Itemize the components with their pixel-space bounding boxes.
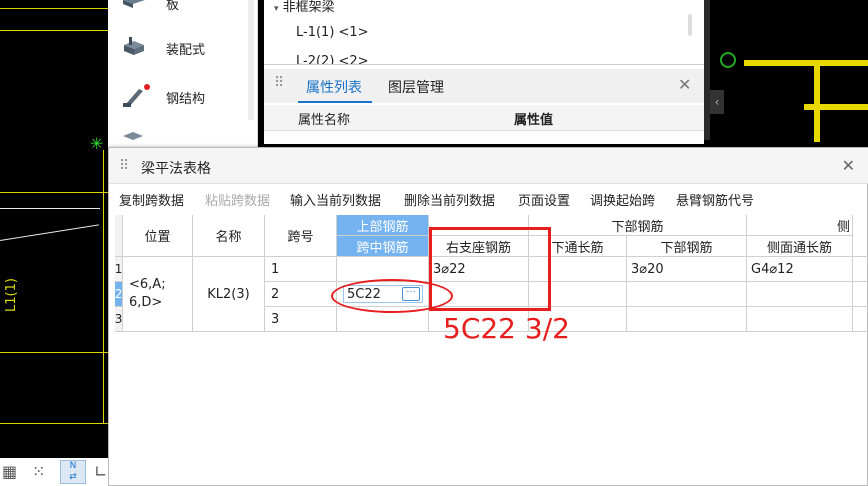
north-arrow-icon[interactable]: N ⇄ [60,460,86,484]
tab-property-list[interactable]: 属性列表 [306,77,362,97]
row-number[interactable]: 1 [115,257,123,282]
category-label: 钢结构 [166,91,206,107]
drag-handle-icon[interactable]: ⠿ [274,75,284,91]
header-name: 名称 [193,215,265,257]
close-icon[interactable]: ✕ [842,156,855,175]
active-tab-indicator [298,101,372,103]
swap-start-span-button[interactable]: 调换起始跨 [590,190,655,209]
header-span: 跨号 [265,215,337,257]
property-tabbar: ⠿ 属性列表 图层管理 ✕ [264,69,704,103]
cantilever-code-button[interactable]: 悬臂钢筋代号 [676,190,754,209]
cad-line [0,224,99,241]
category-prefab[interactable]: 装配式 [120,33,205,63]
category-scrollbar[interactable] [248,0,254,120]
component-category-panel: 板 装配式 钢结构 [108,0,258,150]
dialog-title: 梁平法表格 [141,161,211,177]
header-side-group: 侧 [747,215,853,236]
cell-span[interactable]: 1 [265,257,337,282]
header-bottom-rebar-group: 下部钢筋 [529,215,747,236]
category-label: 装配式 [166,42,206,58]
cell-side-through[interactable] [747,282,853,307]
header-side-extra [853,236,868,257]
cell-side-extra[interactable] [853,282,868,307]
tree-group-non-frame-beam[interactable]: ▾ 非框架梁 [274,0,335,15]
cell-span[interactable]: 2 [265,282,337,307]
cad-line [0,192,108,193]
cell-name[interactable]: KL2(3) [193,257,265,332]
steel-structure-icon [120,84,150,108]
cell-side-through[interactable]: G4⌀12 [747,257,853,282]
copy-span-button[interactable]: 复制跨数据 [119,190,184,209]
cad-column [814,62,820,142]
header-top-rebar: 上部钢筋 [337,215,429,236]
cell-side-through[interactable] [747,307,853,332]
splitter[interactable] [704,0,710,140]
ortho-icon[interactable]: ∟ [94,462,107,481]
property-table-header: 属性名称 属性值 [264,105,704,131]
page-setup-button[interactable]: 页面设置 [518,190,570,209]
snap-marker-icon [720,52,736,68]
cad-line [103,150,104,424]
slab-icon [120,0,148,14]
tab-layer-manager[interactable]: 图层管理 [388,77,444,97]
input-column-button[interactable]: 输入当前列数据 [290,190,381,209]
dialog-titlebar[interactable]: ⠿ 梁平法表格 ✕ [109,148,868,184]
cell-bottom-main[interactable] [627,307,747,332]
cad-line [0,30,108,31]
drag-handle-icon[interactable]: ⠿ [119,158,129,174]
col-property-name: 属性名称 [298,113,351,128]
cell-side-extra[interactable] [853,307,868,332]
component-tree: ▾ 非框架梁 L-1(1) <1> L-2(2) <2> [264,0,704,64]
cad-beam [804,104,868,110]
annotation-red-oval [331,279,453,313]
chevron-left-icon[interactable]: ‹ [710,90,724,114]
prefab-icon [120,37,148,59]
close-icon[interactable]: ✕ [678,75,691,94]
tree-item[interactable]: L-2(2) <2> [296,54,369,64]
cursor-crosshair-icon: ✳ [90,134,104,153]
category-steel-structure[interactable]: 钢结构 [120,82,205,112]
property-panel: ⠿ 属性列表 图层管理 ✕ 属性名称 属性值 [264,64,704,144]
beam-table-dialog: ⠿ 梁平法表格 ✕ 复制跨数据 粘贴跨数据 输入当前列数据 删除当前列数据 页面… [108,147,868,486]
category-slab[interactable]: 板 [120,0,179,18]
delete-column-button[interactable]: 删除当前列数据 [404,190,495,209]
cad-line [0,423,108,424]
header-position: 位置 [123,215,193,257]
cell-side-extra[interactable] [853,257,868,282]
status-toolbar: ▦ ⁙ N ⇄ ∟ [0,458,108,486]
tree-item[interactable]: L-1(1) <1> [296,25,369,40]
cad-beam [744,60,868,66]
header-side-through: 侧面通长筋 [747,236,853,257]
notification-dot [144,84,150,90]
annotation-text: 5C22 3/2 [443,312,570,345]
cell-bottom-main[interactable]: 3⌀20 [627,257,747,282]
header-mid-rebar: 跨中钢筋 [337,236,429,257]
cad-label: L1(1) [4,278,19,312]
row-number-selected[interactable]: 2 [115,282,123,307]
corner-cell [115,215,123,257]
tree-scrollbar[interactable] [688,14,692,36]
cell-bottom-main[interactable] [627,282,747,307]
chevron-down-icon: ▾ [274,4,279,14]
right-viewport: ‹ [704,0,868,160]
dot-grid-icon[interactable]: ⁙ [32,462,45,481]
paste-span-button[interactable]: 粘贴跨数据 [205,190,270,209]
cell-position[interactable]: <6,A; 6,D> [123,257,193,332]
header-bottom-main: 下部钢筋 [627,236,747,257]
cell-span[interactable]: 3 [265,307,337,332]
category-label: 板 [166,0,180,13]
grid-icon[interactable]: ▦ [2,462,17,481]
row-number[interactable]: 3 [115,307,123,332]
col-property-value: 属性值 [514,113,554,128]
cad-line [0,208,100,209]
cad-line [0,352,108,353]
cad-line [0,8,108,9]
dialog-toolbar: 复制跨数据 粘贴跨数据 输入当前列数据 删除当前列数据 页面设置 调换起始跨 悬… [109,188,868,210]
